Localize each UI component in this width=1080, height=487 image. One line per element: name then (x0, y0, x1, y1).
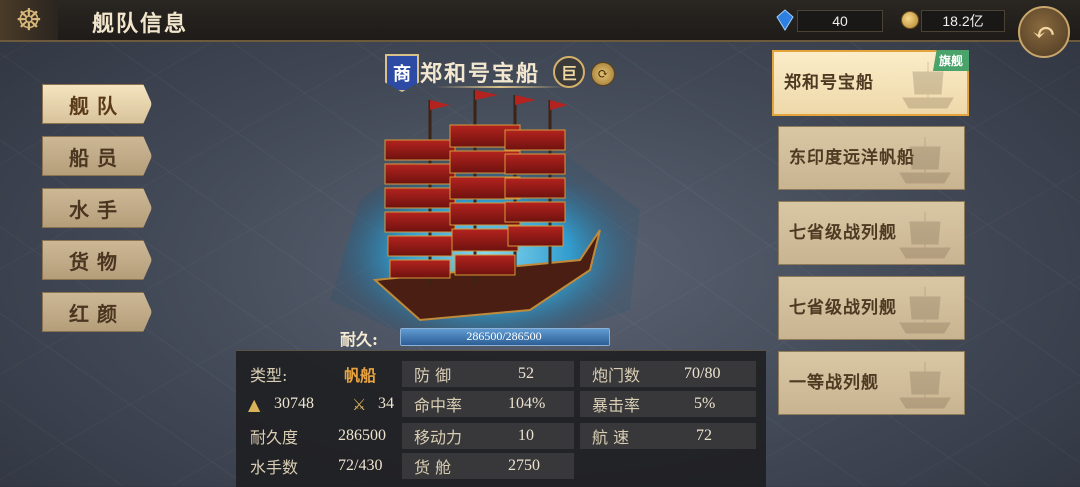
stat-crit: 暴击率 5% (580, 391, 756, 417)
stat-cannons: 炮门数 70/80 (580, 361, 756, 387)
stat-defense: 防 御 52 (402, 361, 574, 387)
stat-mobility: 移动力 10 (402, 423, 574, 449)
tab-sailors[interactable]: 水手 (42, 188, 152, 228)
ship-wheel-icon[interactable]: ☸ (0, 0, 58, 40)
stat-cargo-capacity: ▲ 30748 ⚔ 34 (248, 391, 398, 417)
stat-hold-label: 货 舱 (414, 458, 452, 477)
stat-cannons-value: 70/80 (684, 365, 721, 382)
fleet-ship-card[interactable]: 七省级战列舰 (778, 276, 965, 340)
gem-count: 40 (797, 10, 883, 32)
fleet-ship-name: 一等战列舰 (789, 373, 879, 393)
durability-value: 286500/286500 (466, 329, 542, 343)
fleet-ship-card[interactable]: 郑和号宝船 旗舰 (772, 50, 969, 116)
stat-crit-value: 5% (694, 395, 716, 412)
stat-accuracy-label: 命中率 (414, 396, 463, 415)
stat-attack-value: 34 (378, 395, 394, 412)
fleet-ship-name: 郑和号宝船 (784, 73, 874, 93)
stat-type-label: 类型: (250, 366, 288, 385)
stat-speed-label: 航 速 (592, 428, 630, 447)
durability-label: 耐久: (340, 330, 378, 349)
page-title: 舰队信息 (92, 11, 189, 37)
crossed-swords-icon: ⚔ (352, 394, 367, 414)
stat-speed-value: 72 (696, 427, 712, 444)
fleet-ship-name: 七省级战列舰 (789, 298, 897, 318)
fleet-ship-card[interactable]: 一等战列舰 (778, 351, 965, 415)
stat-durability: 耐久度 286500 (250, 423, 400, 449)
stat-sailors-label: 水手数 (250, 458, 299, 477)
stat-hold: 货 舱 2750 (402, 453, 574, 479)
stat-defense-value: 52 (518, 365, 534, 382)
stat-type: 类型: 帆船 (250, 361, 400, 387)
top-bar: ☸ 舰队信息 40 18.2亿 (0, 0, 1080, 42)
stat-mobility-value: 10 (518, 427, 534, 444)
tab-cargo[interactable]: 货物 (42, 240, 152, 280)
tab-fleet[interactable]: 舰队 (42, 84, 152, 124)
ship-silhouette-icon (902, 62, 954, 109)
cargo-cannon-icon: ▲ (248, 394, 261, 414)
coin-icon (901, 11, 919, 29)
ship-silhouette-icon (899, 137, 951, 184)
fleet-ship-name: 七省级战列舰 (789, 223, 897, 243)
stat-sailors-value: 72/430 (338, 457, 383, 474)
ship-silhouette-icon (899, 362, 951, 409)
stat-cannons-label: 炮门数 (592, 366, 641, 385)
stat-mobility-label: 移动力 (414, 428, 463, 447)
ship-silhouette-icon (899, 287, 951, 334)
ship-illustration (330, 90, 640, 338)
tab-crew[interactable]: 船员 (42, 136, 152, 176)
stat-sailors: 水手数 72/430 (250, 453, 400, 479)
fleet-ship-card[interactable]: 东印度远洋帆船 (778, 126, 965, 190)
stat-crit-label: 暴击率 (592, 396, 641, 415)
stat-defense-label: 防 御 (414, 366, 452, 385)
stat-accuracy: 命中率 104% (402, 391, 574, 417)
ship-silhouette-icon (899, 212, 951, 259)
stat-speed: 航 速 72 (580, 423, 756, 449)
back-button[interactable]: ↶ (1018, 6, 1070, 58)
stat-hold-value: 2750 (508, 457, 540, 474)
gem-icon (776, 9, 794, 31)
stats-panel: 类型: 帆船 ▲ 30748 ⚔ 34 耐久度 286500 水手数 72/43… (236, 350, 766, 487)
stat-durability-value: 286500 (338, 427, 386, 444)
stat-accuracy-value: 104% (508, 395, 546, 412)
stat-durability-label: 耐久度 (250, 428, 299, 447)
stat-type-value: 帆船 (344, 368, 377, 385)
coin-count: 18.2亿 (921, 10, 1005, 32)
stat-cargo-capacity-value: 30748 (274, 395, 314, 412)
fleet-ship-card[interactable]: 七省级战列舰 (778, 201, 965, 265)
tab-beauty[interactable]: 红颜 (42, 292, 152, 332)
